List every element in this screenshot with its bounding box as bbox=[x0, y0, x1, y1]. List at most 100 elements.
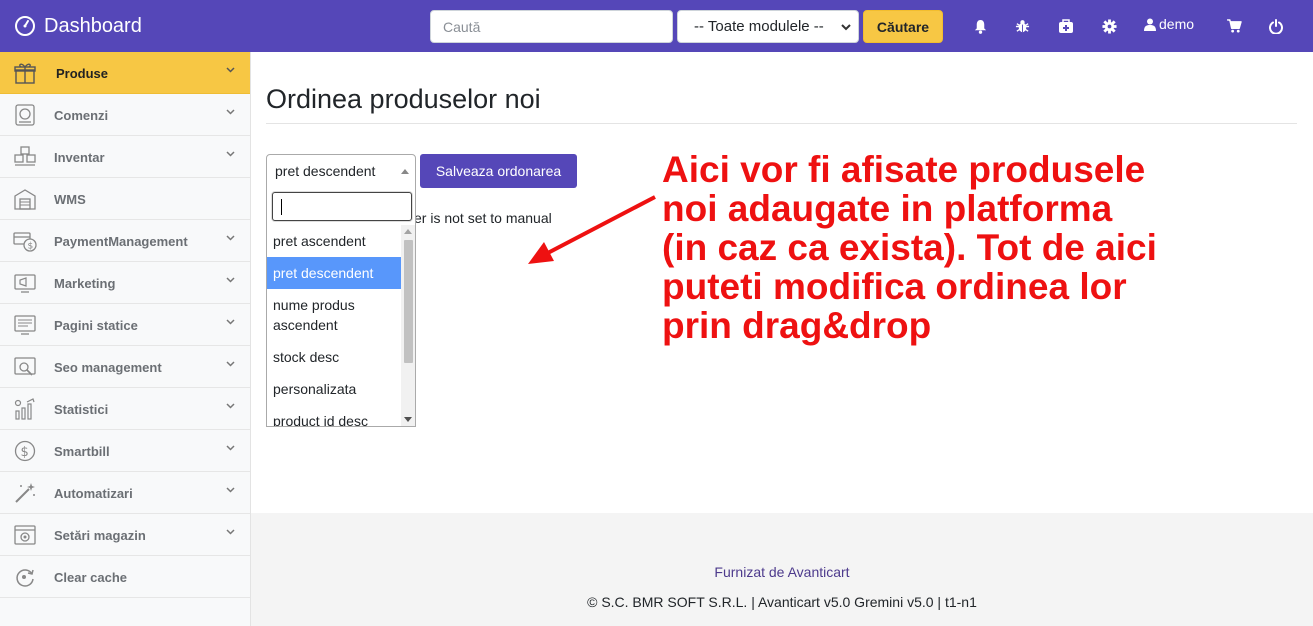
sidebar-item-comenzi[interactable]: Comenzi bbox=[0, 94, 250, 136]
sidebar-item-label: Produse bbox=[56, 66, 109, 81]
annotation-arrow bbox=[528, 195, 656, 264]
dropdown-option[interactable]: personalizata bbox=[267, 373, 401, 405]
chevron-down-icon bbox=[841, 24, 851, 31]
chevron-down-icon bbox=[226, 403, 235, 409]
pages-icon bbox=[14, 315, 36, 335]
dropdown-option-selected[interactable]: pret descendent bbox=[267, 257, 401, 289]
scroll-down-icon[interactable] bbox=[404, 417, 412, 422]
footer-link[interactable]: Furnizat de Avanticart bbox=[251, 564, 1313, 580]
scrollbar-thumb[interactable] bbox=[404, 240, 413, 363]
annotation-line: noi adaugate in platforma bbox=[662, 188, 1113, 229]
sidebar-item-label: Automatizari bbox=[54, 486, 133, 501]
sidebar-item-label: Inventar bbox=[54, 150, 105, 165]
order-dropdown: pret ascendent pret descendent nume prod… bbox=[266, 187, 416, 427]
chevron-down-icon bbox=[226, 67, 235, 73]
chevron-down-icon bbox=[226, 529, 235, 535]
brand-title: Dashboard bbox=[44, 14, 142, 37]
magic-wand-icon bbox=[15, 483, 35, 503]
annotation-line: puteti modifica ordinea lor bbox=[662, 266, 1127, 307]
sidebar-item-label: Setări magazin bbox=[54, 528, 146, 543]
sidebar-item-marketing[interactable]: Marketing bbox=[0, 262, 250, 304]
chevron-down-icon bbox=[226, 151, 235, 157]
svg-text:$: $ bbox=[21, 445, 29, 460]
boxes-icon bbox=[14, 146, 36, 166]
sidebar-item-label: Pagini statice bbox=[54, 318, 138, 333]
marketing-icon bbox=[14, 274, 36, 293]
chevron-down-icon bbox=[226, 361, 235, 367]
sidebar-item-label: Marketing bbox=[54, 276, 116, 291]
sidebar-item-produse[interactable]: Produse bbox=[0, 52, 250, 94]
dollar-icon: $ bbox=[14, 440, 36, 462]
chevron-down-icon bbox=[226, 319, 235, 325]
orders-icon bbox=[15, 104, 35, 126]
order-select[interactable]: pret descendent bbox=[266, 154, 416, 188]
annotation-line: (in caz ca exista). Tot de aici bbox=[662, 227, 1157, 268]
top-navbar: Dashboard -- Toate modulele -- Căutare d… bbox=[0, 0, 1313, 52]
sidebar-item-label: Seo management bbox=[54, 360, 162, 375]
gear-icon[interactable] bbox=[1100, 17, 1118, 35]
sidebar-item-label: PaymentManagement bbox=[54, 234, 188, 249]
caret-up-icon bbox=[401, 169, 409, 174]
annotation-line: Aici vor fi afisate produsele bbox=[662, 149, 1146, 190]
warehouse-icon bbox=[14, 189, 36, 210]
footer-copyright: © S.C. BMR SOFT S.R.L. | Avanticart v5.0… bbox=[587, 594, 977, 610]
sidebar-item-statistici[interactable]: Statistici bbox=[0, 388, 250, 430]
dropdown-options: pret ascendent pret descendent nume prod… bbox=[267, 225, 401, 426]
sidebar-item-inventar[interactable]: Inventar bbox=[0, 136, 250, 178]
svg-text:$: $ bbox=[28, 242, 34, 252]
sidebar-item-automatizari[interactable]: Automatizari bbox=[0, 472, 250, 514]
sidebar-item-seo-management[interactable]: Seo management bbox=[0, 346, 250, 388]
page-title: Ordinea produselor noi bbox=[266, 84, 541, 114]
power-icon[interactable] bbox=[1267, 17, 1285, 35]
cart-icon[interactable] bbox=[1225, 17, 1243, 35]
bug-icon[interactable] bbox=[1013, 17, 1031, 35]
sidebar-item-label: WMS bbox=[54, 192, 86, 207]
user-menu[interactable]: demo bbox=[1144, 16, 1194, 32]
footer: Furnizat de Avanticart © S.C. BMR SOFT S… bbox=[251, 513, 1313, 626]
sidebar-item-label: Statistici bbox=[54, 402, 109, 417]
module-select[interactable]: -- Toate modulele -- bbox=[677, 10, 859, 43]
chevron-down-icon bbox=[226, 109, 235, 115]
sidebar-item-clear-cache[interactable]: Clear cache bbox=[0, 556, 250, 598]
brand[interactable]: Dashboard bbox=[14, 12, 142, 40]
user-icon bbox=[1144, 18, 1156, 31]
bell-icon[interactable] bbox=[971, 17, 989, 35]
order-select-value: pret descendent bbox=[275, 163, 376, 179]
dashboard-icon bbox=[15, 16, 35, 36]
payment-icon: $ bbox=[13, 232, 37, 252]
chevron-down-icon bbox=[226, 235, 235, 241]
stats-icon bbox=[14, 398, 35, 420]
chevron-down-icon bbox=[226, 487, 235, 493]
clear-cache-icon bbox=[16, 569, 34, 587]
text-caret bbox=[281, 199, 282, 215]
dropdown-search-input[interactable] bbox=[272, 192, 412, 221]
chevron-down-icon bbox=[226, 277, 235, 283]
dropdown-option[interactable]: nume produs ascendent bbox=[267, 289, 401, 341]
seo-icon bbox=[14, 357, 36, 376]
sidebar-item-setari-magazin[interactable]: Setări magazin bbox=[0, 514, 250, 556]
sidebar-item-smartbill[interactable]: $ Smartbill bbox=[0, 430, 250, 472]
sidebar-item-wms[interactable]: WMS bbox=[0, 178, 250, 220]
sidebar-item-pagini-statice[interactable]: Pagini statice bbox=[0, 304, 250, 346]
save-order-button[interactable]: Salveaza ordonarea bbox=[420, 154, 577, 188]
dropdown-option[interactable]: product id desc bbox=[267, 405, 401, 426]
store-settings-icon bbox=[14, 525, 36, 545]
dropdown-scrollbar[interactable] bbox=[401, 225, 415, 426]
search-button[interactable]: Căutare bbox=[863, 10, 943, 43]
title-divider bbox=[266, 123, 1297, 124]
sidebar-item-paymentmanagement[interactable]: $ PaymentManagement bbox=[0, 220, 250, 262]
user-name: demo bbox=[1159, 16, 1195, 32]
gift-icon bbox=[14, 63, 36, 84]
search-input[interactable] bbox=[430, 10, 673, 43]
module-select-value: -- Toate modulele -- bbox=[694, 18, 824, 35]
first-aid-icon[interactable] bbox=[1057, 17, 1075, 35]
dropdown-option[interactable]: pret ascendent bbox=[267, 225, 401, 257]
sidebar: Produse Comenzi Inventar WMS $ PaymentMa… bbox=[0, 52, 251, 626]
annotation-text: Aici vor fi afisate produsele noi adauga… bbox=[662, 150, 1302, 345]
sidebar-item-label: Clear cache bbox=[54, 570, 127, 585]
sidebar-item-label: Smartbill bbox=[54, 444, 110, 459]
dropdown-option[interactable]: stock desc bbox=[267, 341, 401, 373]
annotation-line: prin drag&drop bbox=[662, 305, 932, 346]
chevron-down-icon bbox=[226, 445, 235, 451]
scroll-up-icon[interactable] bbox=[404, 229, 412, 234]
